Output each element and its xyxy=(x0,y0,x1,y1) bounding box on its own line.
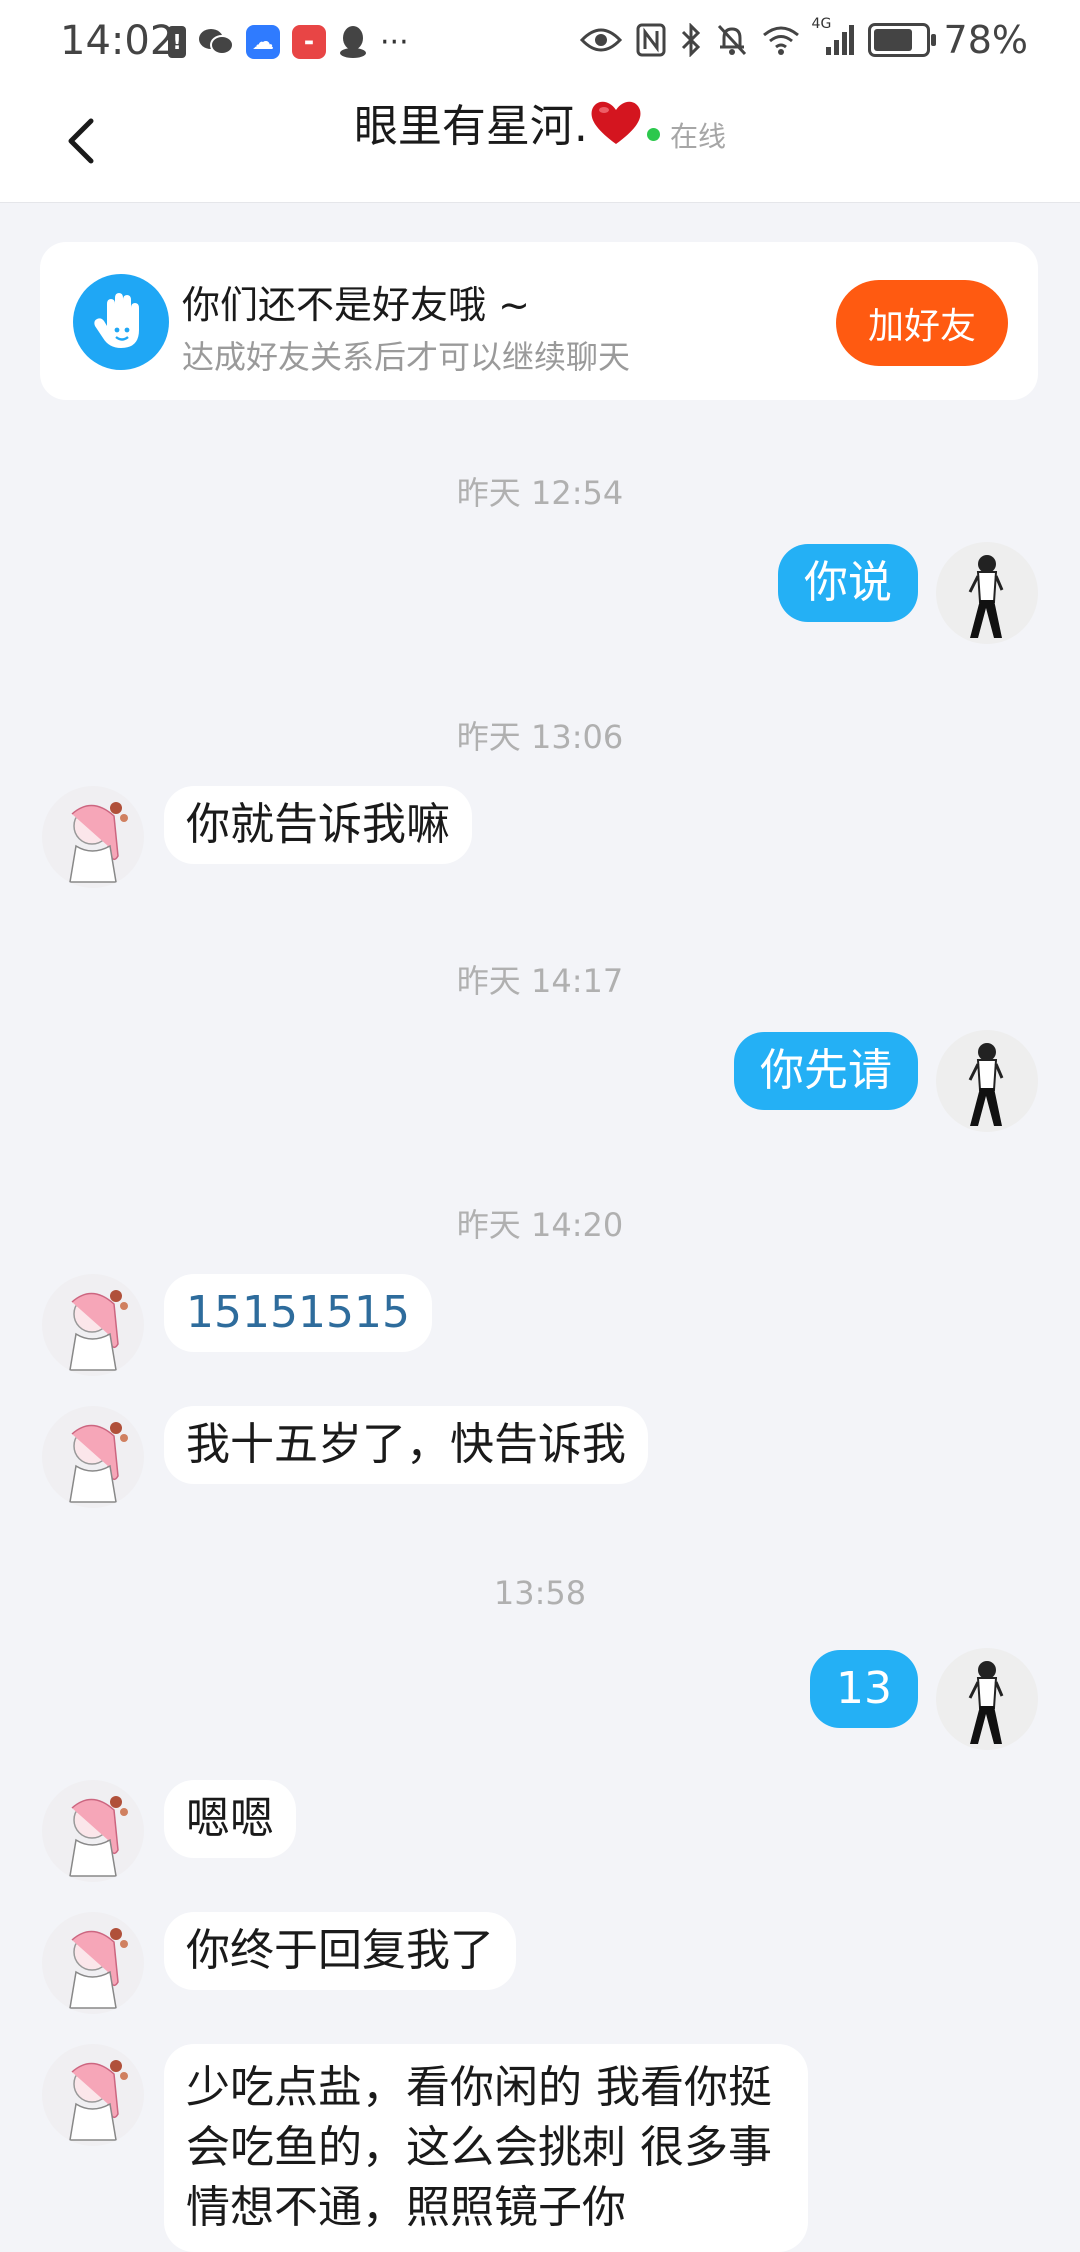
battery-icon xyxy=(867,23,936,57)
notification-icons: ! ☁ ▬ ··· xyxy=(168,22,409,62)
my-avatar[interactable] xyxy=(936,1648,1038,1750)
huawei-appgallery-icon: ▬ xyxy=(292,25,326,59)
contact-avatar[interactable] xyxy=(42,1274,144,1376)
contact-avatar[interactable] xyxy=(42,786,144,888)
outgoing-message[interactable]: 你先请 xyxy=(734,1032,918,1110)
my-avatar[interactable] xyxy=(936,1030,1038,1132)
status-bar: 14:02 ! ☁ ▬ ··· 4G 78% xyxy=(0,0,1080,84)
banner-subtitle: 达成好友关系后才可以继续聊天 xyxy=(182,338,631,376)
qq-icon xyxy=(338,22,368,62)
contact-avatar-image xyxy=(69,802,128,883)
battery-percent: 78% xyxy=(943,18,1028,62)
message-timestamp: 昨天 13:06 xyxy=(456,718,624,756)
system-icons: 4G 78% xyxy=(579,16,1028,62)
signal-icon: 4G xyxy=(812,16,854,60)
message-timestamp: 13:58 xyxy=(493,1574,587,1612)
incoming-message[interactable]: 你终于回复我了 xyxy=(164,1912,516,1990)
battery-alert-icon: ! xyxy=(168,26,186,58)
chat-header: 眼里有星河. 在线 xyxy=(0,84,1080,203)
title-block: 眼里有星河. 在线 xyxy=(0,90,1080,155)
my-avatar[interactable] xyxy=(936,542,1038,644)
online-status-text: 在线 xyxy=(670,119,727,153)
wifi-icon xyxy=(762,20,800,60)
add-friend-button[interactable]: 加好友 xyxy=(836,280,1008,366)
incoming-message[interactable]: 我十五岁了，快告诉我 xyxy=(164,1406,648,1484)
my-avatar-image xyxy=(968,555,1004,638)
online-status: 在线 xyxy=(647,115,726,155)
contact-avatar[interactable] xyxy=(42,1780,144,1882)
contact-avatar[interactable] xyxy=(42,1912,144,2014)
banner-title: 你们还不是好友哦 ~ xyxy=(182,283,530,327)
incoming-message-long[interactable]: 少吃点盐，看你闲的 我看你挺会吃鱼的，这么会挑刺 很多事情想不通，照照镜子你 xyxy=(164,2044,808,2252)
outgoing-message[interactable]: 你说 xyxy=(778,544,918,622)
wave-hand-icon xyxy=(73,274,169,370)
contact-avatar-image xyxy=(69,1422,128,1503)
contact-avatar-image xyxy=(69,1928,128,2009)
message-timestamp: 昨天 14:20 xyxy=(456,1206,624,1244)
my-avatar-image xyxy=(968,1661,1004,1744)
mute-bell-icon xyxy=(716,20,748,60)
contact-avatar-image xyxy=(69,1796,128,1877)
incoming-message[interactable]: 你就告诉我嘛 xyxy=(164,786,472,864)
network-type-label: 4G xyxy=(811,16,832,32)
more-notifications-icon: ··· xyxy=(380,24,409,60)
contact-name-text: 眼里有星河. xyxy=(353,101,588,152)
message-timestamp: 昨天 14:17 xyxy=(456,962,624,1000)
contact-avatar[interactable] xyxy=(42,2044,144,2146)
outgoing-message[interactable]: 13 xyxy=(810,1650,918,1728)
cloud-icon: ☁ xyxy=(246,25,280,59)
not-friends-banner: 你们还不是好友哦 ~ 达成好友关系后才可以继续聊天 加好友 xyxy=(40,242,1038,400)
wechat-icon xyxy=(198,22,234,62)
bluetooth-icon xyxy=(680,20,702,60)
contact-avatar-image xyxy=(69,2060,128,2141)
incoming-message-number[interactable]: 15151515 xyxy=(164,1274,432,1352)
contact-avatar[interactable] xyxy=(42,1406,144,1508)
status-time: 14:02 xyxy=(60,18,176,64)
message-timestamp: 昨天 12:54 xyxy=(456,474,624,512)
my-avatar-image xyxy=(968,1043,1004,1126)
contact-avatar-image xyxy=(69,1290,128,1371)
incoming-message[interactable]: 嗯嗯 xyxy=(164,1780,296,1858)
contact-name[interactable]: 眼里有星河. xyxy=(354,90,642,154)
eye-icon xyxy=(579,20,622,60)
heart-icon xyxy=(591,101,641,144)
nfc-icon xyxy=(636,20,666,60)
online-dot xyxy=(647,128,661,141)
